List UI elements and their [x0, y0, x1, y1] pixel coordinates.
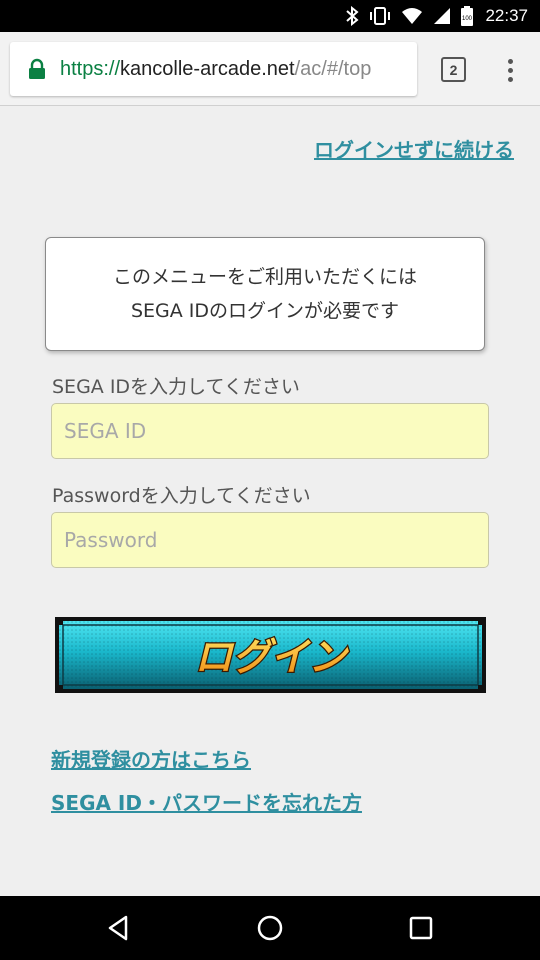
battery-level: 100	[462, 16, 473, 22]
browser-toolbar: https://kancolle-arcade.net/ac/#/top 2	[0, 32, 540, 106]
home-icon[interactable]	[254, 912, 286, 944]
login-notice-box: このメニューをご利用いただくには SEGA IDのログインが必要です	[45, 237, 485, 351]
navigation-bar	[0, 896, 540, 960]
wifi-icon	[401, 0, 423, 32]
battery-icon: 100	[461, 0, 474, 32]
sega-id-input[interactable]	[51, 403, 489, 459]
vibrate-icon	[369, 0, 391, 32]
password-input[interactable]	[51, 512, 489, 568]
password-label: Passwordを入力してください	[52, 485, 311, 507]
url-path: /ac/#/top	[294, 57, 372, 80]
bluetooth-icon	[345, 0, 359, 32]
forgot-id-password-link[interactable]: SEGA ID・パスワードを忘れた方	[51, 787, 362, 816]
register-link[interactable]: 新規登録の方はこちら	[51, 744, 251, 773]
status-time: 22:37	[485, 6, 528, 25]
page-content: ログインせずに続ける このメニューをご利用いただくには SEGA IDのログイン…	[0, 107, 540, 896]
lock-icon	[29, 58, 45, 79]
notice-line-2: SEGA IDのログインが必要です	[130, 300, 400, 322]
sega-id-label: SEGA IDを入力してください	[52, 376, 300, 398]
tab-count: 2	[449, 61, 458, 78]
recent-apps-icon[interactable]	[405, 912, 437, 944]
url-scheme: https://	[60, 57, 121, 80]
login-button[interactable]: ログイン	[54, 616, 487, 694]
back-icon[interactable]	[104, 912, 136, 944]
status-icons: 100 22:37	[345, 0, 528, 32]
skip-login-link[interactable]: ログインせずに続ける	[314, 134, 514, 163]
notice-line-1: このメニューをご利用いただくには	[112, 266, 417, 288]
url-bar[interactable]: https://kancolle-arcade.net/ac/#/top	[10, 42, 417, 96]
overflow-menu-icon[interactable]	[500, 54, 520, 86]
status-bar: 100 22:37	[0, 0, 540, 32]
tab-switcher-button[interactable]: 2	[441, 57, 466, 82]
url-text: https://kancolle-arcade.net/ac/#/top	[60, 58, 371, 81]
cell-signal-icon	[433, 0, 451, 32]
url-host: kancolle-arcade.net	[120, 57, 295, 80]
login-button-label: ログイン	[194, 635, 349, 679]
